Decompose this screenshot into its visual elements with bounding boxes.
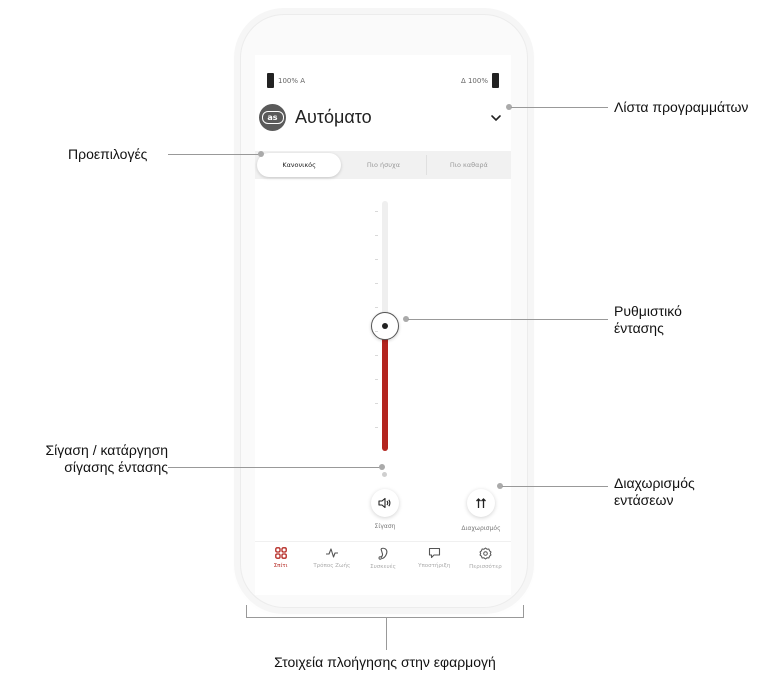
callout-mute-line1: Σίγαση / κατάργηση xyxy=(45,442,168,458)
callout-dot xyxy=(379,464,385,470)
automatic-program-icon: as xyxy=(259,104,286,131)
callout-split-line1: Διαχωρισμός xyxy=(614,475,695,491)
callout-split-line2: εντάσεων xyxy=(614,492,674,508)
callout-volume-line2: έντασης xyxy=(614,320,664,336)
slider-tick xyxy=(375,307,378,308)
hearing-aid-icon xyxy=(378,547,388,560)
preset-tabs: Κανονικός Πιο ήσυχα Πιο καθαρά xyxy=(255,151,511,179)
preset-label: Κανονικός xyxy=(282,161,316,169)
tab-label: Τρόπος Ζωής xyxy=(313,563,351,569)
slider-tick xyxy=(375,259,378,260)
gear-icon xyxy=(479,547,492,560)
program-selector[interactable]: as Αυτόματο xyxy=(259,103,507,135)
callout-line xyxy=(502,486,608,487)
bracket-bottom xyxy=(246,617,524,618)
callout-line xyxy=(408,319,608,320)
speaker-icon xyxy=(378,497,391,509)
slider-tick xyxy=(375,427,378,428)
bracket-left xyxy=(246,605,247,617)
slider-end-dot xyxy=(382,472,387,477)
preset-normal[interactable]: Κανονικός xyxy=(257,153,342,177)
callout-mute: Σίγαση / κατάργηση σίγασης έντασης xyxy=(36,442,168,476)
split-arrows-icon xyxy=(476,498,486,508)
callout-navigation: Στοιχεία πλοήγησης στην εφαρμογή xyxy=(274,654,496,670)
handle-dot xyxy=(382,323,388,329)
callout-presets: Προεπιλογές xyxy=(68,146,148,162)
slider-tick xyxy=(375,283,378,284)
home-grid-icon xyxy=(274,547,287,559)
bracket-stem xyxy=(386,617,387,650)
right-battery-icon xyxy=(492,73,499,88)
tab-lifestyle[interactable]: Τρόπος Ζωής xyxy=(306,542,357,582)
tab-more[interactable]: Περισσότερ xyxy=(460,542,511,582)
split-volume-button[interactable] xyxy=(467,489,495,517)
tab-label: Συσκευές xyxy=(370,564,396,570)
chat-icon xyxy=(428,547,440,559)
tab-support[interactable]: Υποστήριξη xyxy=(409,542,460,582)
bracket-right xyxy=(523,605,524,617)
slider-tick xyxy=(375,355,378,356)
slider-tick xyxy=(375,211,378,212)
right-battery-text: Δ 100% xyxy=(460,76,488,85)
tab-label: Περισσότερ xyxy=(469,564,502,570)
status-bar: 100% A Δ 100% xyxy=(267,73,499,88)
slider-tick xyxy=(375,403,378,404)
preset-clearer[interactable]: Πιο καθαρά xyxy=(427,151,511,179)
preset-label: Πιο καθαρά xyxy=(449,161,488,169)
callout-line xyxy=(511,107,608,108)
callout-dot xyxy=(258,151,264,157)
slider-tick xyxy=(375,379,378,380)
tab-home[interactable]: Σπίτι xyxy=(255,542,306,582)
split-label: Διαχωρισμός xyxy=(461,525,501,532)
preset-quieter[interactable]: Πιο ήσυχα xyxy=(341,151,425,179)
callout-volume-slider: Ρυθμιστικό έντασης xyxy=(614,303,682,337)
tab-label: Σπίτι xyxy=(273,563,288,569)
tab-devices[interactable]: Συσκευές xyxy=(357,542,408,582)
chevron-down-icon[interactable] xyxy=(489,111,503,125)
bottom-navigation: Σπίτι Τρόπος Ζωής Συσκευές Υποστήριξη Πε… xyxy=(255,541,511,582)
callout-line xyxy=(168,467,381,468)
slider-tick xyxy=(375,235,378,236)
volume-slider-fill xyxy=(382,326,388,451)
callout-split: Διαχωρισμός εντάσεων xyxy=(614,475,695,509)
mute-button[interactable] xyxy=(371,489,399,517)
callout-volume-line1: Ρυθμιστικό xyxy=(614,303,682,319)
app-screen: 100% A Δ 100% as Αυτόματο Κανονικός Πιο … xyxy=(255,55,511,595)
program-title: Αυτόματο xyxy=(295,107,372,127)
tab-label: Υποστήριξη xyxy=(418,563,451,569)
callout-program-list: Λίστα προγραμμάτων xyxy=(614,99,749,115)
mute-label: Σίγαση xyxy=(374,523,396,530)
left-battery-icon xyxy=(267,73,274,88)
callout-line xyxy=(168,154,260,155)
preset-label: Πιο ήσυχα xyxy=(366,161,401,169)
callout-mute-line2: σίγασης έντασης xyxy=(64,459,168,475)
activity-icon xyxy=(325,548,338,558)
left-battery-text: 100% A xyxy=(278,76,306,85)
phone-frame: 100% A Δ 100% as Αυτόματο Κανονικός Πιο … xyxy=(240,14,528,608)
volume-slider-handle[interactable] xyxy=(371,312,399,340)
slider-tick xyxy=(375,331,378,332)
